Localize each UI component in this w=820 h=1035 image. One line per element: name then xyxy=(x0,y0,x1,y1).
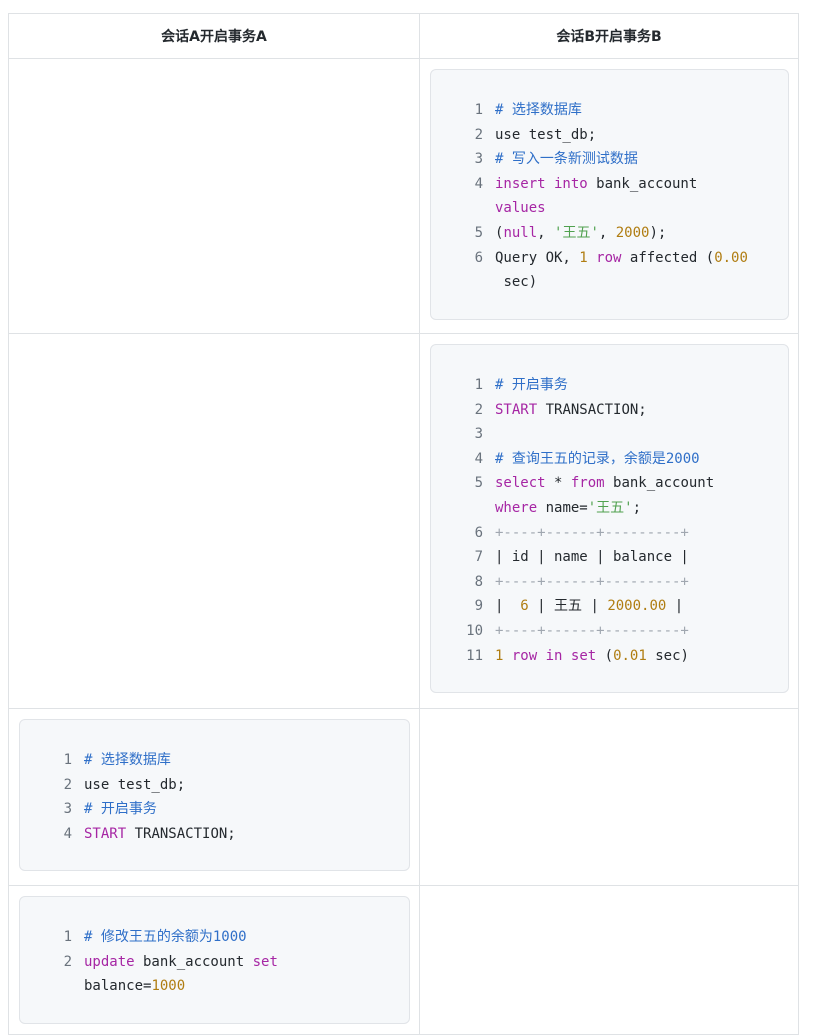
code-comment: # 修改王五的余额为1000 xyxy=(84,929,247,945)
cell-empty xyxy=(419,708,799,886)
code-comment: # 选择数据库 xyxy=(495,102,582,118)
code-block[interactable]: 1 # 开启事务 2 START TRANSACTION; 3 4 # 查询王五的记录… xyxy=(430,344,789,694)
code-line: 1 row in set (0.01 sec) xyxy=(495,647,689,664)
code-line: use test_db; xyxy=(495,126,597,143)
table-row: 1 # 选择数据库 2 use test_db; 3 # 开启事务 4 START TR… xyxy=(8,708,799,886)
cell-session-b: 1 # 选择数据库 2 use test_db; 3 # 写入一条新测试数据 4 ins… xyxy=(419,58,799,334)
code-line: (null, '王五', 2000); xyxy=(495,224,667,241)
code-line: +----+------+---------+ xyxy=(495,524,689,541)
table-row: 1 # 开启事务 2 START TRANSACTION; 3 4 # 查询王五的记录… xyxy=(8,333,799,709)
code-line: | 6 | 王五 | 2000.00 | xyxy=(495,598,684,615)
cell-session-a: 1 # 选择数据库 2 use test_db; 3 # 开启事务 4 START TR… xyxy=(8,708,420,886)
code-block[interactable]: 1 # 选择数据库 2 use test_db; 3 # 开启事务 4 START TR… xyxy=(19,719,410,872)
code-comment: # 开启事务 xyxy=(84,801,157,818)
cell-session-b: 1 # 开启事务 2 START TRANSACTION; 3 4 # 查询王五的记录… xyxy=(419,333,799,709)
code-line: | id | name | balance | xyxy=(495,549,689,566)
code-line: START TRANSACTION; xyxy=(495,401,647,418)
code-comment: # 查询王五的记录，余额是2000 xyxy=(495,450,700,467)
cell-empty xyxy=(8,333,420,709)
header-session-a: 会话A开启事务A xyxy=(8,13,420,59)
code-comment: # 写入一条新测试数据 xyxy=(495,151,638,168)
code-line: select * from bank_account where name='王五… xyxy=(495,475,715,516)
cell-empty xyxy=(419,885,799,1035)
code-comment: # 选择数据库 xyxy=(84,752,171,768)
cell-session-a: 1 # 修改王五的余额为1000 2 update bank_account set… xyxy=(8,885,420,1035)
code-line: insert into bank_account values xyxy=(495,175,698,217)
code-line: START TRANSACTION; xyxy=(84,825,236,842)
code-block[interactable]: 1 # 修改王五的余额为1000 2 update bank_account set… xyxy=(19,896,410,1024)
code-line: Query OK, 1 row affected (0.00 sec) xyxy=(495,249,748,291)
code-comment: # 开启事务 xyxy=(495,377,568,393)
code-line: update bank_account set balance=1000 xyxy=(84,953,278,995)
sessions-table: 会话A开启事务A 会话B开启事务B 1 # 选择数据库 2 use test_db;… xyxy=(8,13,799,1035)
header-session-b: 会话B开启事务B xyxy=(419,13,799,59)
table-row: 1 # 修改王五的余额为1000 2 update bank_account set… xyxy=(8,885,799,1035)
code-line: +----+------+---------+ xyxy=(495,622,689,639)
code-line: use test_db; xyxy=(84,776,186,793)
cell-empty xyxy=(8,58,420,334)
code-block[interactable]: 1 # 选择数据库 2 use test_db; 3 # 写入一条新测试数据 4 ins… xyxy=(430,69,789,320)
code-line: +----+------+---------+ xyxy=(495,573,689,590)
table-row: 1 # 选择数据库 2 use test_db; 3 # 写入一条新测试数据 4 ins… xyxy=(8,58,799,334)
